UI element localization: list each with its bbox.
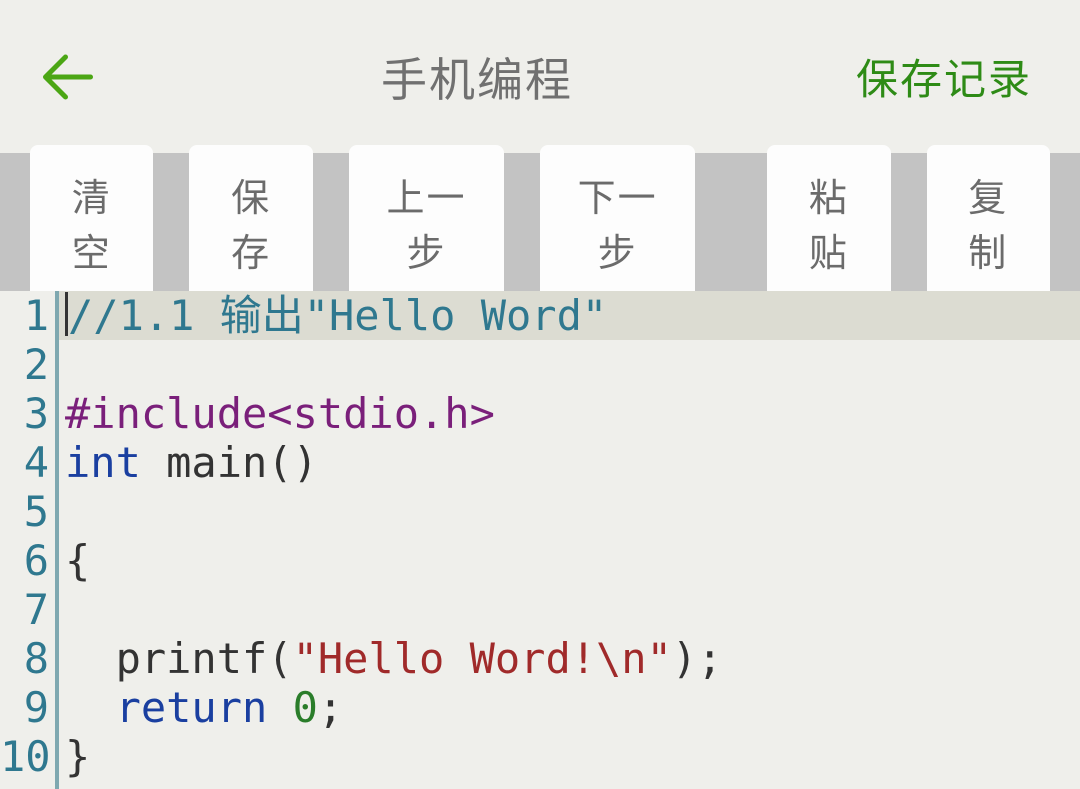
code-token: main() [141,438,318,487]
number-token: 0 [293,683,318,732]
code-line[interactable] [59,340,1080,389]
code-token: ; [318,683,343,732]
editor-toolbar: 清空 保存 上一步 下一步 粘贴 复制 [0,153,1080,291]
code-line[interactable] [59,585,1080,634]
code-token: } [65,732,90,781]
code-line[interactable]: int main() [59,438,1080,487]
clear-button[interactable]: 清空 [30,145,153,299]
line-number: 5 [0,487,49,536]
back-arrow-icon[interactable] [38,47,98,107]
page-title: 手机编程 [98,44,856,110]
save-button[interactable]: 保存 [189,145,312,299]
line-number: 7 [0,585,49,634]
line-number: 1 [0,291,49,340]
undo-button[interactable]: 上一步 [349,145,504,299]
keyword-token: int [65,438,141,487]
comment-token: //1.1 输出"Hello Word" [68,291,607,340]
string-token: "Hello Word!\n" [293,634,672,683]
code-line[interactable]: } [59,732,1080,781]
line-number-gutter: 1 2 3 4 5 6 7 8 9 10 [0,291,55,789]
code-token: { [65,536,90,585]
code-token: ); [672,634,723,683]
line-number: 4 [0,438,49,487]
line-number: 2 [0,340,49,389]
copy-button[interactable]: 复制 [927,145,1050,299]
code-token [65,683,116,732]
code-line[interactable]: return 0; [59,683,1080,732]
line-number: 6 [0,536,49,585]
code-line[interactable]: //1.1 输出"Hello Word" [59,291,1080,340]
code-editor[interactable]: 1 2 3 4 5 6 7 8 9 10 //1.1 输出"Hello Word… [0,291,1080,789]
code-line[interactable]: #include<stdio.h> [59,389,1080,438]
code-line[interactable]: { [59,536,1080,585]
header-bar: 手机编程 保存记录 [0,0,1080,153]
save-record-button[interactable]: 保存记录 [856,46,1032,107]
keyword-token: return [116,683,268,732]
redo-button[interactable]: 下一步 [540,145,695,299]
code-line[interactable]: printf("Hello Word!\n"); [59,634,1080,683]
line-number: 10 [0,732,49,781]
line-number: 3 [0,389,49,438]
paste-button[interactable]: 粘贴 [767,145,890,299]
line-number: 9 [0,683,49,732]
line-number: 8 [0,634,49,683]
code-line[interactable] [59,487,1080,536]
preprocessor-token: #include<stdio.h> [65,389,495,438]
code-token: printf( [65,634,293,683]
code-text-area[interactable]: //1.1 输出"Hello Word" #include<stdio.h> i… [59,291,1080,789]
code-token [267,683,292,732]
